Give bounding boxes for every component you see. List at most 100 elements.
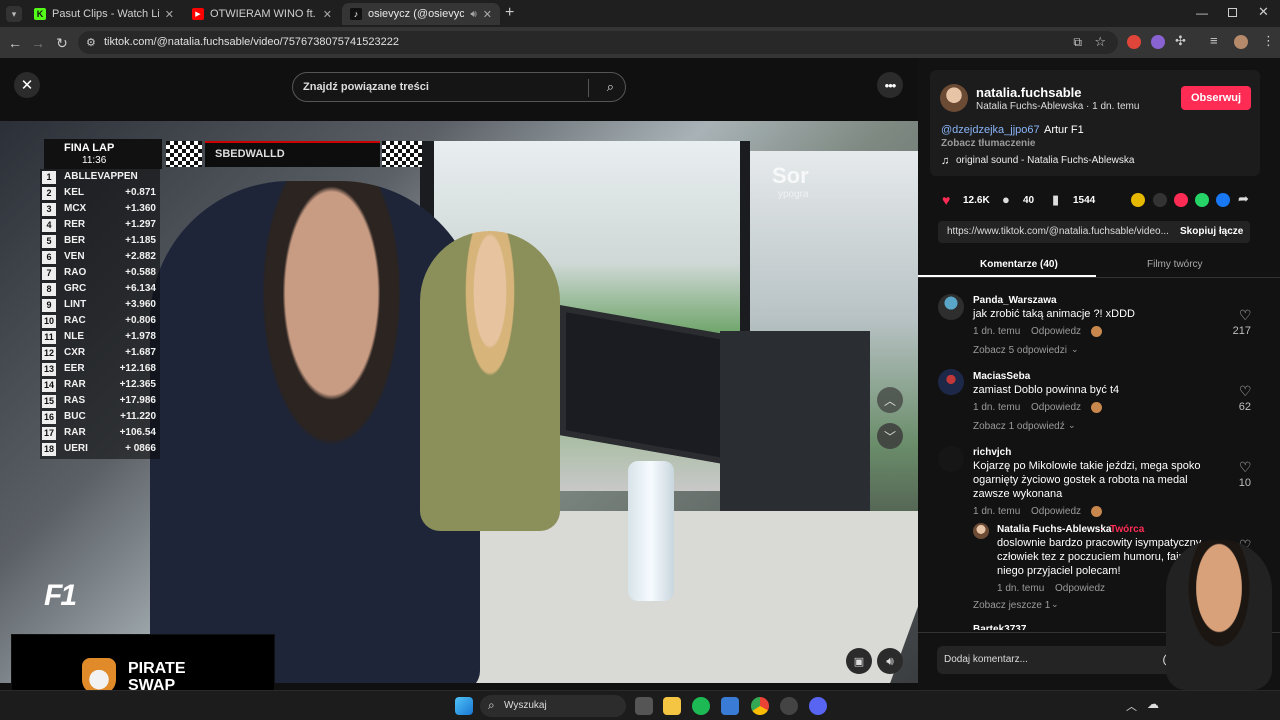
reply-button[interactable]: Odpowiedz: [1031, 402, 1081, 413]
tab-youtube[interactable]: ▶ OTWIERAM WINO ft. OTSOCHODZI ✕: [184, 3, 340, 25]
close-tab-icon[interactable]: ✕: [483, 8, 492, 21]
search-icon[interactable]: ⌕: [607, 79, 614, 95]
reply-user[interactable]: Natalia Fuchs-Ablewska: [997, 524, 1111, 535]
creator-reply-avatar[interactable]: [973, 523, 989, 539]
tab-comments[interactable]: Komentarze (40): [980, 259, 1058, 270]
cast-icon[interactable]: ⧉: [1073, 35, 1082, 50]
address-bar[interactable]: ⚙ tiktok.com/@natalia.fuchsable/video/75…: [78, 31, 1118, 54]
miniplayer-button[interactable]: ▣: [846, 648, 872, 674]
leaderboard-row: 11 NLE +1.978: [40, 330, 160, 346]
minimize-button[interactable]: —: [1196, 6, 1210, 20]
leaderboard-gap: +1.297: [125, 219, 156, 230]
avatar[interactable]: [938, 446, 964, 472]
comment-like-icon[interactable]: ♡: [1239, 383, 1252, 400]
taskbar-search[interactable]: ⌕ Wyszukaj: [480, 695, 626, 717]
comment-like-count: 62: [1238, 401, 1251, 413]
store-icon[interactable]: [721, 697, 739, 715]
discord-icon[interactable]: [809, 697, 827, 715]
tab-kick[interactable]: K Pasut Clips - Watch Live on Kick ✕: [26, 3, 182, 25]
creator-username[interactable]: natalia.fuchsable: [976, 85, 1081, 100]
reload-button[interactable]: ↻: [52, 33, 72, 53]
forward-button[interactable]: →: [28, 33, 48, 53]
tray-chevron-up-icon[interactable]: ︿: [1126, 698, 1137, 714]
previous-video-button[interactable]: ︿: [877, 387, 903, 413]
task-view-icon[interactable]: [635, 697, 653, 715]
save-count: 1544: [1073, 195, 1096, 206]
close-tab-icon[interactable]: ✕: [165, 8, 174, 21]
extension-red-icon[interactable]: [1127, 35, 1141, 49]
comment-input[interactable]: Dodaj komentarz...: [937, 646, 1187, 674]
back-button[interactable]: ←: [5, 33, 25, 53]
next-video-button[interactable]: ﹀: [877, 423, 903, 449]
leaderboard-position: 13: [42, 363, 56, 376]
creator-avatar[interactable]: [940, 84, 968, 112]
search-icon: ⌕: [488, 698, 495, 712]
sound-name[interactable]: original sound - Natalia Fuchs-Ablewska: [956, 155, 1134, 166]
bookmark-star-icon[interactable]: ☆: [1094, 34, 1106, 50]
video-link[interactable]: https://www.tiktok.com/@natalia.fuchsabl…: [947, 226, 1169, 237]
app-icon[interactable]: [780, 697, 798, 715]
reading-list-icon[interactable]: ≡: [1210, 33, 1218, 48]
video-player[interactable]: FINA LAP 11:36 SBEDWALLD Sor ypogra F1 ︿…: [0, 121, 918, 683]
share-pink-icon[interactable]: [1174, 193, 1188, 207]
view-replies-button[interactable]: Zobacz 1 odpowiedź: [973, 421, 1065, 432]
comment-icon[interactable]: ●: [1002, 192, 1010, 207]
tab-list-button[interactable]: ▾: [6, 6, 22, 22]
comment-like-icon[interactable]: ♡: [1239, 307, 1252, 324]
comment-like-count: 10: [1238, 477, 1251, 489]
facebook-icon[interactable]: [1216, 193, 1230, 207]
windows-start-icon[interactable]: [455, 697, 473, 715]
leaderboard-gap: +11.220: [120, 411, 156, 422]
leaderboard-driver: VEN: [64, 251, 85, 262]
site-info-icon[interactable]: ⚙: [86, 36, 96, 49]
comment-user[interactable]: Panda_Warszawa: [973, 295, 1057, 306]
comment-user-partial[interactable]: Bartek3737: [973, 624, 1026, 630]
comment-like-icon[interactable]: ♡: [1239, 459, 1252, 476]
tab-creator-videos[interactable]: Filmy twórcy: [1147, 259, 1203, 270]
embed-icon[interactable]: [1153, 193, 1167, 207]
leaderboard-row: 9 LINT +3.960: [40, 298, 160, 314]
close-video-button[interactable]: ✕: [14, 72, 40, 98]
whatsapp-icon[interactable]: [1195, 193, 1209, 207]
follow-button[interactable]: Obserwuj: [1181, 86, 1251, 110]
more-options-button[interactable]: •••: [877, 72, 903, 98]
tab-title: osievycz (@osievycz_) | TikTok: [368, 8, 465, 20]
new-tab-button[interactable]: +: [505, 4, 521, 22]
related-search-input[interactable]: Znajdź powiązane treści ⌕: [292, 72, 626, 102]
file-explorer-icon[interactable]: [663, 697, 681, 715]
reply-button[interactable]: Odpowiedz: [1031, 506, 1081, 517]
comment-user[interactable]: richvjch: [973, 447, 1011, 458]
tab-tiktok[interactable]: ♪ osievycz (@osievycz_) | TikTok 🔊︎ ✕: [342, 3, 500, 25]
view-more-replies-button[interactable]: Zobacz jeszcze 1: [973, 600, 1050, 611]
close-tab-icon[interactable]: ✕: [323, 8, 332, 21]
chrome-icon[interactable]: [751, 697, 769, 715]
like-icon[interactable]: ♥: [942, 192, 950, 208]
volume-button[interactable]: 🔊︎: [877, 648, 903, 674]
caption-mention[interactable]: @dzejdzejka_jjpo67: [941, 124, 1040, 136]
extension-purple-icon[interactable]: [1151, 35, 1165, 49]
share-coin-icon[interactable]: [1131, 193, 1145, 207]
water-bottle: [628, 461, 674, 601]
browser-menu-icon[interactable]: ⋮: [1262, 33, 1275, 49]
avatar[interactable]: [938, 294, 964, 320]
profile-avatar[interactable]: [1234, 35, 1248, 49]
avatar[interactable]: [938, 369, 964, 395]
spotify-icon[interactable]: [692, 697, 710, 715]
leaderboard-driver: GRC: [64, 283, 87, 294]
reply-button[interactable]: Odpowiedz: [1031, 326, 1081, 337]
close-window-button[interactable]: ✕: [1258, 4, 1272, 19]
comment-user[interactable]: MaciasSeba: [973, 371, 1030, 382]
bookmark-icon[interactable]: ▮: [1052, 192, 1059, 208]
tab-active-indicator: [918, 275, 1096, 277]
share-arrow-icon[interactable]: ➦: [1238, 191, 1249, 207]
speaker-icon[interactable]: 🔊︎: [470, 9, 476, 20]
more-icon: •••: [884, 77, 897, 93]
restore-button[interactable]: [1228, 8, 1237, 17]
leaderboard-driver: BER: [64, 235, 86, 246]
extensions-puzzle-icon[interactable]: ✣: [1175, 33, 1186, 49]
cloud-icon[interactable]: ☁: [1147, 697, 1159, 711]
translate-link[interactable]: Zobacz tłumaczenie: [941, 138, 1035, 149]
view-replies-button[interactable]: Zobacz 5 odpowiedzi: [973, 345, 1067, 356]
reply-reply-button[interactable]: Odpowiedz: [1055, 583, 1105, 594]
copy-link-button[interactable]: Skopiuj łącze: [1180, 226, 1243, 237]
